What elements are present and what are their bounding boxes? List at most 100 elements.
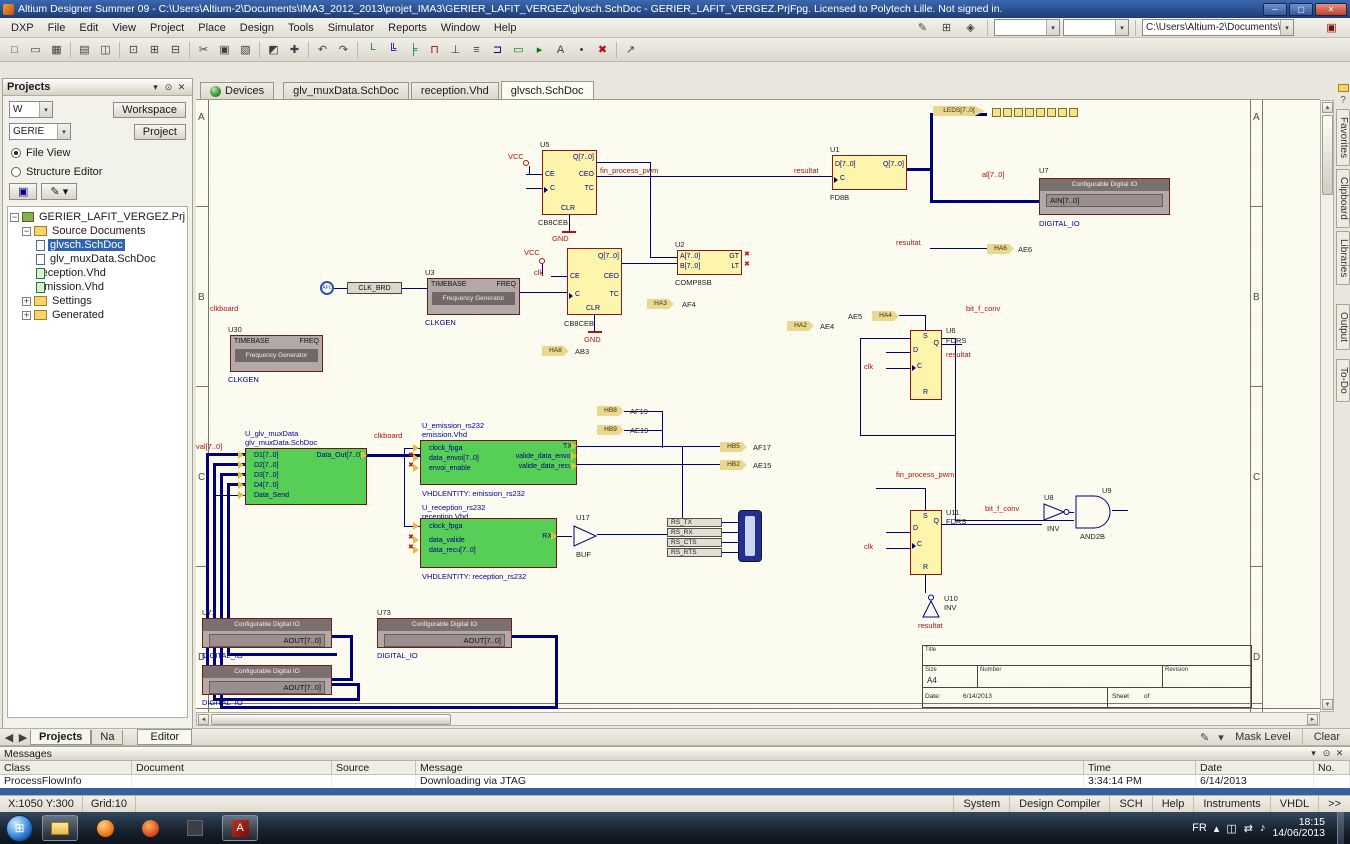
- tab-reception[interactable]: reception.Vhd: [411, 82, 499, 99]
- zoom-document-icon[interactable]: ⊟: [165, 40, 186, 60]
- component-u30[interactable]: TIMEBASE FREQ Frequency Generator: [230, 335, 323, 372]
- wiring-tools-icon[interactable]: ✎: [912, 18, 933, 38]
- scroll-right-icon[interactable]: ►: [1307, 714, 1318, 725]
- menu-item-design[interactable]: Design: [233, 20, 281, 36]
- tabs-scroll-right-icon[interactable]: ▶: [16, 727, 30, 747]
- help-icon[interactable]: ?: [1340, 95, 1346, 106]
- new-document-icon[interactable]: □: [4, 40, 25, 60]
- help-panel-button[interactable]: Help: [1152, 796, 1194, 812]
- tabs-scroll-left-icon[interactable]: ◀: [2, 727, 16, 747]
- select-area-icon[interactable]: ◩: [263, 40, 284, 60]
- chevron-down-icon[interactable]: ▾: [1046, 20, 1059, 35]
- component-u73[interactable]: Configurable Digital IO AOUT[7..0]: [377, 618, 512, 648]
- menu-item-view[interactable]: View: [105, 20, 143, 36]
- sheet-symbol-glv-muxdata[interactable]: D1[7..0] D2[7..0] D3[7..0] D4[7..0] Data…: [245, 448, 367, 505]
- annotate-icon[interactable]: ✎: [1194, 727, 1215, 747]
- panel-menu-icon[interactable]: ▾: [1307, 747, 1320, 760]
- rs-tx-label[interactable]: RS_TX: [667, 518, 722, 527]
- tree-item-reception[interactable]: reception.Vhd: [10, 266, 185, 280]
- menu-item-help[interactable]: Help: [487, 20, 524, 36]
- document-path-combo[interactable]: C:\Users\Altium-2\Documents\IM▾: [1142, 19, 1294, 36]
- scroll-thumb[interactable]: [211, 714, 451, 725]
- component-u6[interactable]: S D Q C R: [910, 330, 942, 400]
- zoom-fit-icon[interactable]: ⊡: [123, 40, 144, 60]
- port-hb8[interactable]: HB8: [597, 406, 624, 416]
- component-u7[interactable]: Configurable Digital IO AIN[7..0]: [1039, 178, 1170, 215]
- zoom-area-icon[interactable]: ⊞: [144, 40, 165, 60]
- component-u5[interactable]: Q[7..0] CE C CEO TC CLR: [542, 150, 597, 215]
- port-hb9[interactable]: HB9: [597, 425, 624, 435]
- rs-rx-label[interactable]: RS_RX: [667, 528, 722, 537]
- port-ha6[interactable]: HA6: [987, 244, 1014, 254]
- taskbar-app-button[interactable]: [177, 815, 213, 841]
- open-document-icon[interactable]: ▭: [25, 40, 46, 60]
- tab-glv-muxdata[interactable]: glv_muxData.SchDoc: [283, 82, 409, 99]
- menu-item-reports[interactable]: Reports: [381, 20, 434, 36]
- workspace-button[interactable]: Workspace: [113, 102, 186, 118]
- chevron-down-icon[interactable]: ▾: [39, 102, 52, 117]
- project-button[interactable]: Project: [134, 124, 186, 140]
- and-gate-u9[interactable]: [1074, 494, 1116, 530]
- port-leds[interactable]: LEDS[7..0]: [933, 106, 985, 116]
- panel-close-icon[interactable]: ✕: [175, 81, 188, 94]
- sch-panel-button[interactable]: SCH: [1109, 796, 1151, 812]
- dock-tab-output[interactable]: Output: [1336, 304, 1350, 350]
- menu-item-file[interactable]: File: [41, 20, 73, 36]
- dock-tab-clipboard[interactable]: Clipboard: [1336, 169, 1350, 228]
- panel-pin-icon[interactable]: ⊙: [162, 81, 175, 94]
- undo-icon[interactable]: ↶: [312, 40, 333, 60]
- dock-tab-todo[interactable]: To-Do: [1336, 359, 1350, 402]
- system-menu-icon[interactable]: [1297, 18, 1318, 38]
- tree-item-glvsch[interactable]: glvsch.SchDoc: [10, 238, 185, 252]
- cut-icon[interactable]: ✂: [193, 40, 214, 60]
- more-panels-button[interactable]: >>: [1318, 796, 1350, 812]
- expand-icon[interactable]: +: [22, 311, 31, 320]
- design-compiler-panel-button[interactable]: Design Compiler: [1009, 796, 1109, 812]
- dock-tab-favorites[interactable]: Favorites: [1336, 109, 1350, 166]
- tree-item-glv-muxdata[interactable]: glv_muxData.SchDoc: [10, 252, 185, 266]
- chevron-down-icon[interactable]: ▾: [57, 124, 70, 139]
- place-power-port-icon[interactable]: ⊥: [445, 40, 466, 60]
- maximize-button[interactable]: ▢: [1289, 3, 1313, 16]
- copy-icon[interactable]: ▣: [214, 40, 235, 60]
- chevron-down-icon[interactable]: ▾: [1115, 20, 1128, 35]
- column-header[interactable]: Source: [332, 761, 416, 774]
- place-sheet-symbol-icon[interactable]: ▭: [508, 40, 529, 60]
- taskbar-media-player-button[interactable]: [132, 815, 168, 841]
- place-wire-icon[interactable]: └: [361, 40, 382, 60]
- panel-pin-icon[interactable]: ⊙: [1320, 747, 1333, 760]
- chevron-down-icon[interactable]: ▾: [1280, 20, 1293, 35]
- component-u3[interactable]: TIMEBASE FREQ Frequency Generator: [427, 278, 520, 315]
- dock-tab-libraries[interactable]: Libraries: [1336, 231, 1350, 285]
- port-ha4[interactable]: HA4: [872, 311, 899, 321]
- place-text-icon[interactable]: A: [550, 40, 571, 60]
- afl-port[interactable]: AFL: [320, 281, 334, 295]
- save-document-icon[interactable]: ▦: [46, 40, 67, 60]
- vertical-scrollbar[interactable]: ▲ ▼: [1320, 100, 1334, 712]
- component-u1[interactable]: D[7..0] Q[7..0] C: [832, 155, 907, 190]
- collapse-icon[interactable]: −: [22, 227, 31, 236]
- serial-connector[interactable]: [738, 510, 762, 562]
- structure-editor-radio[interactable]: [11, 167, 21, 177]
- horizontal-scrollbar[interactable]: ◄ ►: [196, 712, 1320, 726]
- rs-cts-label[interactable]: RS_CTS: [667, 538, 722, 547]
- port-ha8[interactable]: HA8: [542, 346, 569, 356]
- component-u11[interactable]: S D Q C R: [910, 510, 942, 575]
- workspace-combo[interactable]: ▾: [994, 19, 1060, 36]
- place-sheet-entry-icon[interactable]: ▸: [529, 40, 550, 60]
- port-hb2[interactable]: HB2: [720, 460, 747, 470]
- column-header[interactable]: Document: [132, 761, 332, 774]
- start-button[interactable]: ⊞: [6, 815, 33, 842]
- instruments-panel-button[interactable]: Instruments: [1193, 796, 1269, 812]
- port-ha2[interactable]: HA2: [787, 321, 814, 331]
- component-u71[interactable]: Configurable Digital IO AOUT[7..0]: [202, 618, 332, 648]
- inverter-gate-u10[interactable]: [920, 593, 942, 619]
- place-harness-icon[interactable]: ╞: [403, 40, 424, 60]
- project-select[interactable]: GERIE▾: [9, 123, 71, 140]
- scroll-thumb[interactable]: [1322, 115, 1333, 195]
- vhdl-panel-button[interactable]: VHDL: [1270, 796, 1318, 812]
- sheet-symbol-emission[interactable]: clock_fpga data_envoi[7..0] envoi_enable…: [420, 440, 577, 485]
- menu-item-simulator[interactable]: Simulator: [321, 20, 381, 36]
- column-header[interactable]: Time: [1084, 761, 1196, 774]
- libraries-folder-icon[interactable]: [1338, 84, 1349, 92]
